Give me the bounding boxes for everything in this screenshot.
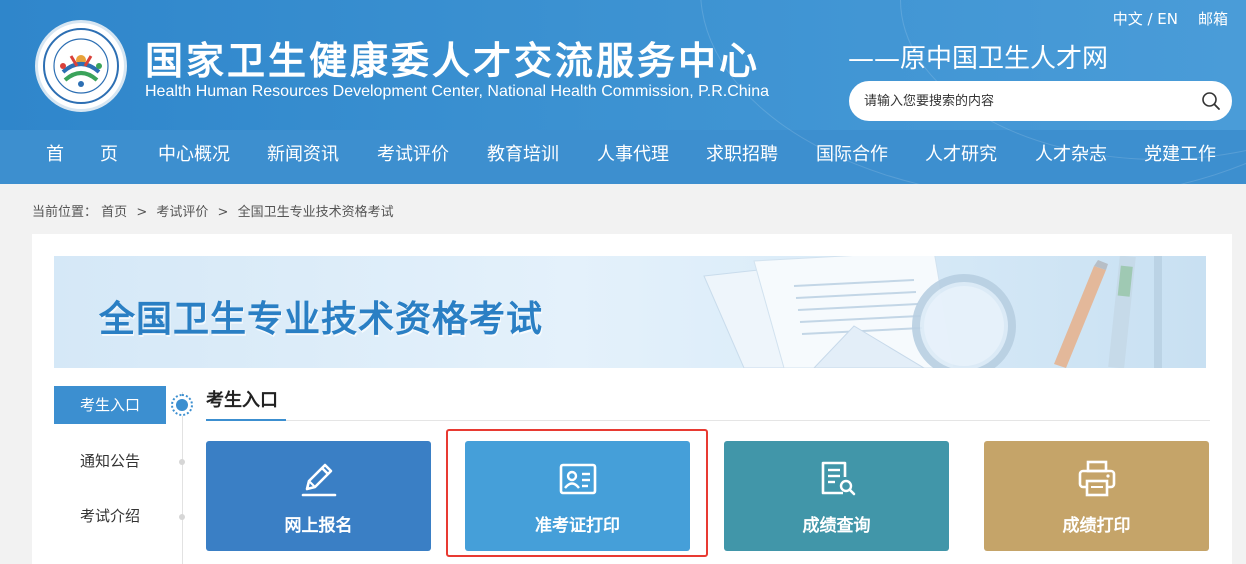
mail-link[interactable]: 邮箱 — [1198, 8, 1228, 29]
nav-item-party[interactable]: 党建工作 — [1144, 130, 1216, 180]
card-label: 网上报名 — [284, 516, 353, 536]
breadcrumb-exam-link[interactable]: 考试评价 — [156, 205, 208, 220]
nav-item-education[interactable]: 教育培训 — [487, 130, 559, 180]
card-label: 成绩查询 — [802, 516, 871, 536]
section-underline — [206, 419, 286, 421]
site-logo[interactable] — [35, 20, 127, 112]
sidebar-timeline — [182, 392, 183, 564]
breadcrumb-separator: > — [136, 205, 148, 220]
sidebar-item-notices[interactable]: 通知公告 — [54, 442, 166, 480]
nav-item-research[interactable]: 人才研究 — [925, 130, 997, 180]
search-box — [849, 81, 1232, 121]
nav-item-magazine[interactable]: 人才杂志 — [1035, 130, 1107, 180]
page-banner: 全国卫生专业技术资格考试 — [54, 256, 1206, 368]
nav-item-international[interactable]: 国际合作 — [816, 130, 888, 180]
nav-item-jobs[interactable]: 求职招聘 — [706, 130, 778, 180]
site-title: 国家卫生健康委人才交流服务中心 — [145, 39, 761, 83]
top-links: 中文 / EN 邮箱 — [1113, 8, 1228, 29]
site-subtitle-en: Health Human Resources Development Cente… — [145, 83, 769, 100]
card-label: 准考证打印 — [535, 516, 620, 536]
breadcrumb-prefix: 当前位置： — [32, 205, 98, 220]
nav-item-news[interactable]: 新闻资讯 — [267, 130, 339, 180]
id-card-icon — [559, 463, 596, 495]
nav-item-about[interactable]: 中心概况 — [158, 130, 230, 180]
search-icon — [1202, 92, 1220, 110]
online-registration-button[interactable]: 网上报名 — [206, 441, 431, 551]
document-search-icon — [821, 461, 855, 496]
search-input[interactable] — [850, 83, 1191, 119]
section-divider — [206, 420, 1210, 421]
sidebar-item-exam-intro[interactable]: 考试介绍 — [54, 497, 166, 535]
score-query-button[interactable]: 成绩查询 — [724, 441, 949, 551]
nav-item-home[interactable]: 首 页 — [46, 130, 118, 180]
timeline-dot — [179, 459, 185, 465]
pencil-icon — [301, 463, 336, 497]
score-print-button[interactable]: 成绩打印 — [984, 441, 1209, 551]
breadcrumb: 当前位置： 首页 > 考试评价 > 全国卫生专业技术资格考试 — [32, 201, 394, 220]
nav-item-personnel[interactable]: 人事代理 — [597, 130, 669, 180]
breadcrumb-current[interactable]: 全国卫生专业技术资格考试 — [238, 205, 394, 220]
language-switch-link[interactable]: 中文 / EN — [1113, 8, 1178, 29]
admission-ticket-print-button[interactable]: 准考证打印 — [465, 441, 690, 551]
former-site-name: ——原中国卫生人才网 — [848, 44, 1109, 74]
content-panel: 全国卫生专业技术资格考试 考生入口 通知公告 考试介绍 考生入口 网上报名 准考… — [32, 234, 1232, 564]
timeline-active-dot — [171, 394, 193, 416]
logo-emblem-icon — [43, 28, 119, 104]
main-nav: 首 页 中心概况 新闻资讯 考试评价 教育培训 人事代理 求职招聘 国际合作 人… — [0, 130, 1246, 180]
card-label: 成绩打印 — [1062, 516, 1131, 536]
breadcrumb-home-link[interactable]: 首页 — [101, 205, 127, 220]
banner-title: 全国卫生专业技术资格考试 — [99, 299, 544, 340]
site-header: 国家卫生健康委人才交流服务中心 Health Human Resources D… — [0, 0, 1246, 184]
timeline-dot — [179, 514, 185, 520]
printer-icon — [1078, 460, 1115, 497]
section-title: 考生入口 — [206, 390, 278, 411]
sidebar-item-candidate-entry[interactable]: 考生入口 — [54, 386, 166, 424]
breadcrumb-separator: > — [217, 205, 229, 220]
nav-item-exam[interactable]: 考试评价 — [377, 130, 449, 180]
search-button[interactable] — [1191, 83, 1231, 119]
